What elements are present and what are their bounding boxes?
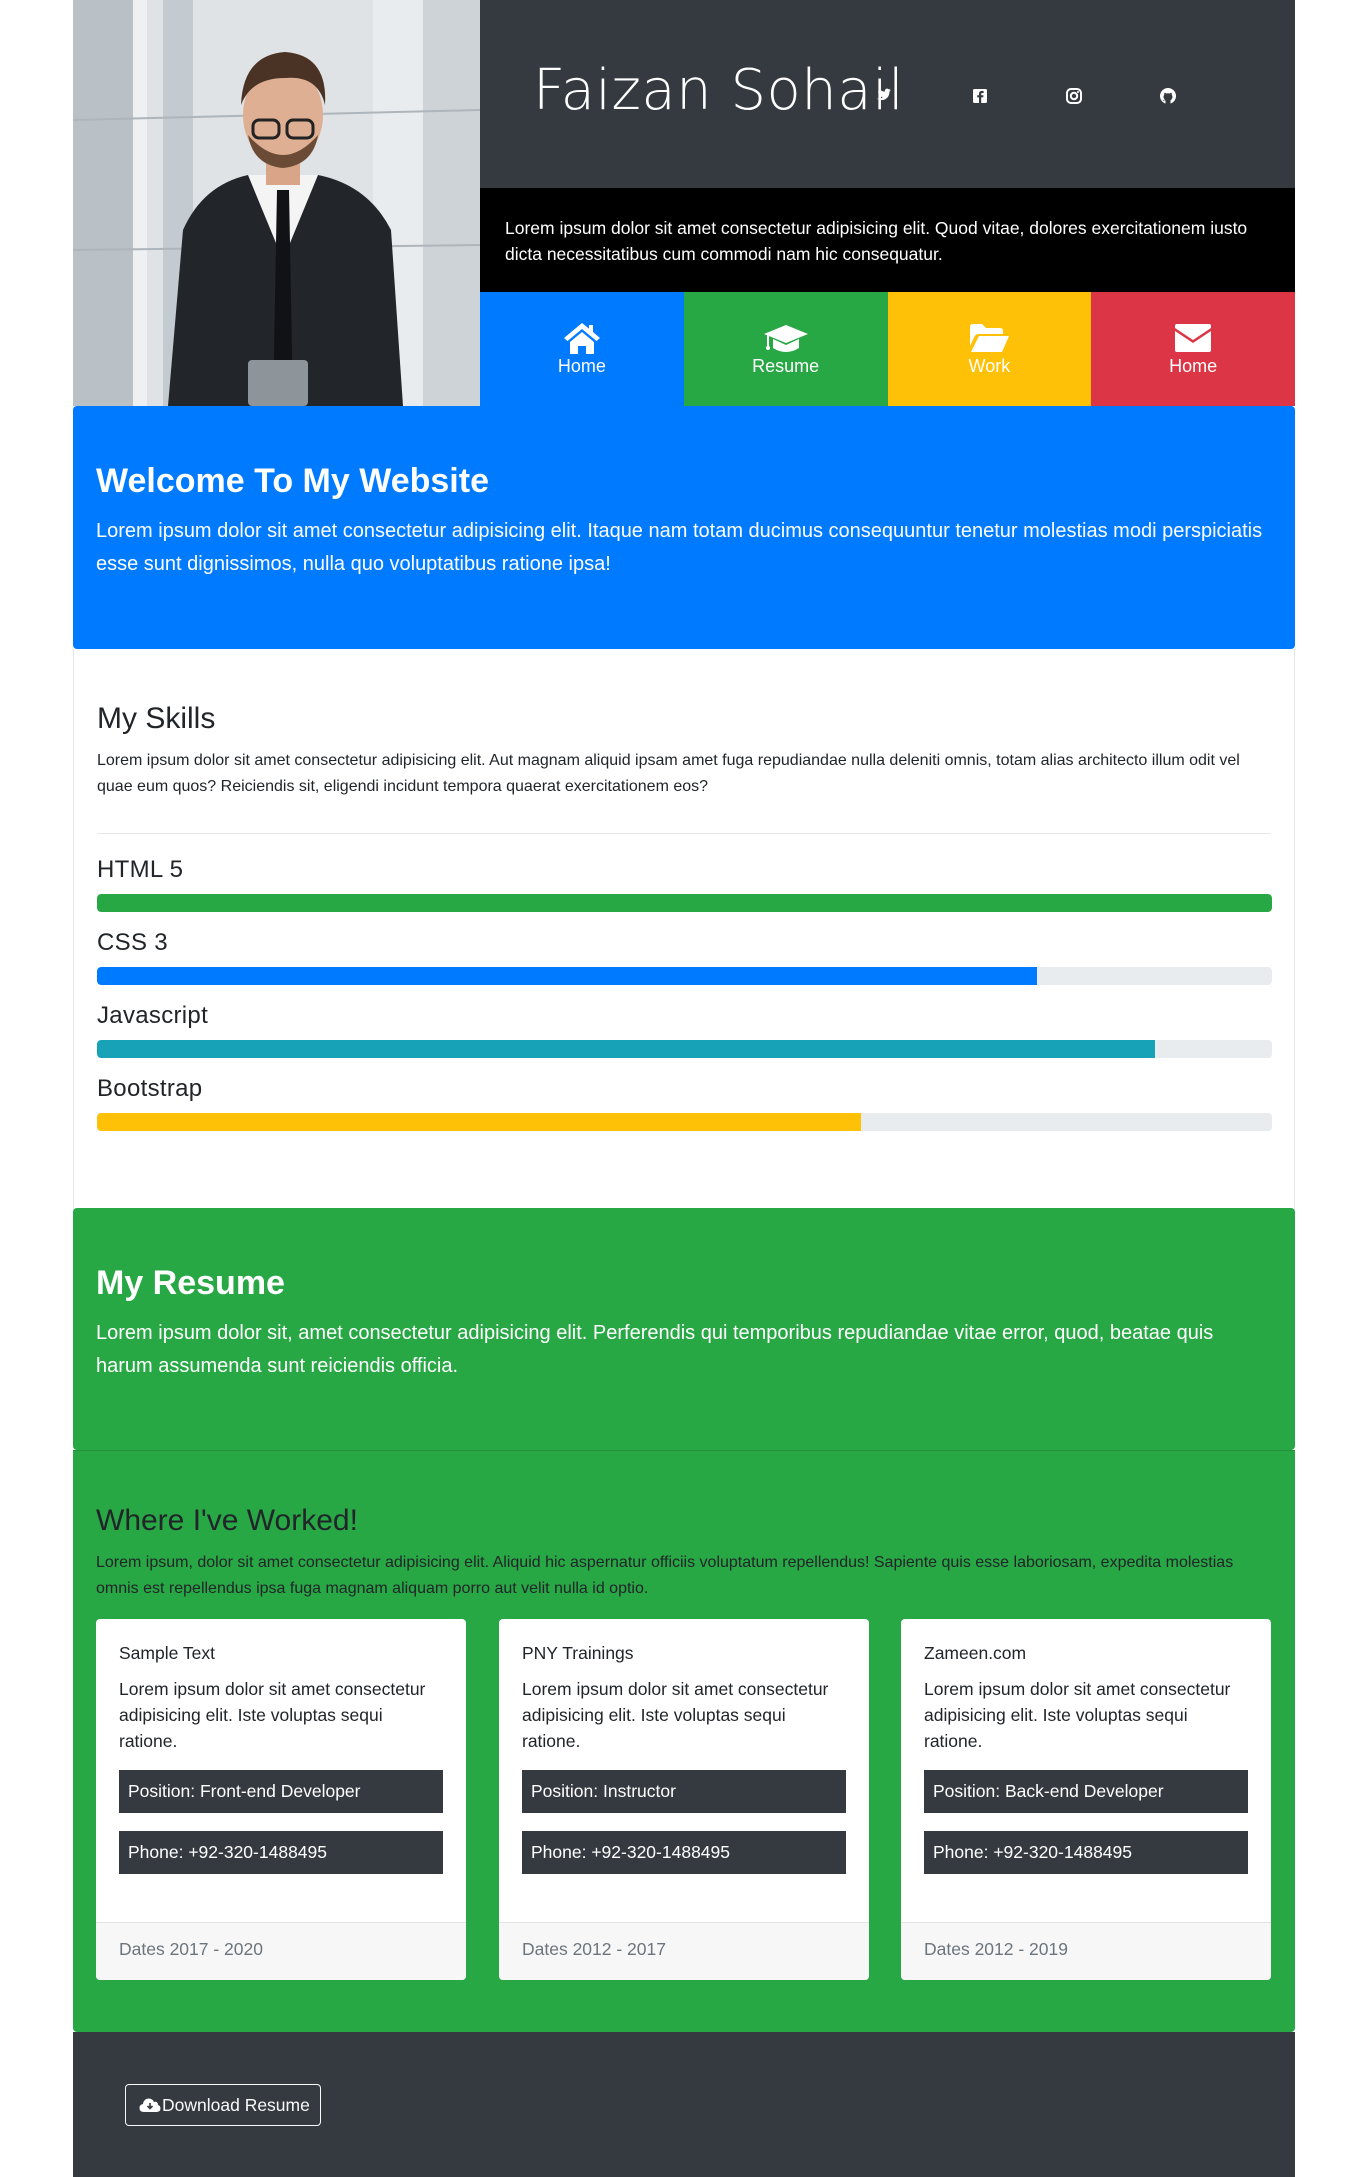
header-right: Faizan Sohail Lorem ipsum dolor sit amet… — [480, 0, 1295, 406]
resume-section: My Resume Lorem ipsum dolor sit, amet co… — [73, 1208, 1295, 1450]
skills-section: My Skills Lorem ipsum dolor sit amet con… — [73, 649, 1295, 1210]
progress-fill — [97, 1113, 861, 1131]
nav-item-work[interactable]: Work — [887, 292, 1092, 406]
card-dates: Dates 2017 - 2020 — [96, 1922, 466, 1980]
nav-label-resume: Resume — [752, 356, 820, 376]
card-position: Position: Instructor — [522, 1770, 846, 1813]
progress-bar — [97, 1040, 1272, 1058]
graduation-cap-icon — [763, 325, 808, 352]
progress-fill — [97, 894, 1272, 912]
card-company: Zameen.com — [924, 1643, 1027, 1663]
work-section: Where I've Worked! Lorem ipsum, dolor si… — [73, 1450, 1295, 2032]
nav-label-home: Home — [557, 356, 606, 376]
welcome-text: Lorem ipsum dolor sit amet consectetur a… — [96, 520, 1263, 575]
skills-title: My Skills — [97, 702, 216, 735]
card-text: Lorem ipsum dolor sit amet consectetur a… — [119, 1679, 426, 1751]
card-company: Sample Text — [119, 1643, 215, 1663]
nav-item-home[interactable]: Home — [480, 292, 684, 406]
download-label: Download Resume — [162, 2095, 310, 2115]
progress-bar — [97, 967, 1272, 985]
card-phone: Phone: +92-320-1488495 — [119, 1831, 443, 1874]
work-card: Sample Text Lorem ipsum dolor sit amet c… — [96, 1619, 466, 1980]
folder-open-icon — [970, 324, 1010, 352]
work-card: Zameen.com Lorem ipsum dolor sit amet co… — [901, 1619, 1271, 1980]
nav-label-contact: Home — [1169, 356, 1218, 376]
header: Faizan Sohail Lorem ipsum dolor sit amet… — [73, 0, 1295, 406]
nav-item-contact[interactable]: Home — [1091, 292, 1295, 406]
card-position: Position: Back-end Developer — [924, 1770, 1248, 1813]
work-card: PNY Trainings Lorem ipsum dolor sit amet… — [499, 1619, 869, 1980]
twitter-icon[interactable] — [874, 84, 898, 108]
progress-bar — [97, 894, 1272, 912]
card-dates: Dates 2012 - 2017 — [499, 1922, 869, 1980]
skill-label: Bootstrap — [97, 1075, 203, 1102]
nav-label-work: Work — [968, 356, 1011, 376]
card-phone: Phone: +92-320-1488495 — [924, 1831, 1248, 1874]
progress-fill — [97, 1040, 1155, 1058]
card-text: Lorem ipsum dolor sit amet consectetur a… — [522, 1679, 829, 1751]
skill-bootstrap: Bootstrap — [97, 1075, 1272, 1131]
instagram-icon[interactable] — [1062, 84, 1086, 108]
skill-javascript: Javascript — [97, 1002, 1272, 1058]
envelope-icon — [1175, 324, 1212, 352]
footer: Download Resume — [73, 2032, 1295, 2177]
card-position: Position: Front-end Developer — [119, 1770, 443, 1813]
work-cards: Sample Text Lorem ipsum dolor sit amet c… — [96, 1619, 1271, 1980]
work-title: Where I've Worked! — [96, 1504, 358, 1537]
main-nav: Home Resume Work Home — [480, 292, 1295, 406]
facebook-icon[interactable] — [968, 84, 992, 108]
skill-label: Javascript — [97, 1002, 209, 1029]
progress-bar — [97, 1113, 1272, 1131]
divider — [97, 833, 1271, 834]
page: Faizan Sohail Lorem ipsum dolor sit amet… — [73, 0, 1295, 2177]
card-phone: Phone: +92-320-1488495 — [522, 1831, 846, 1874]
resume-title: My Resume — [96, 1264, 285, 1302]
resume-text: Lorem ipsum dolor sit, amet consectetur … — [96, 1322, 1214, 1377]
profile-photo — [73, 0, 480, 406]
nav-item-resume[interactable]: Resume — [683, 292, 888, 406]
intro-text: Lorem ipsum dolor sit amet consectetur a… — [480, 188, 1295, 292]
github-icon[interactable] — [1156, 84, 1180, 108]
cloud-download-icon — [139, 2098, 161, 2112]
skill-css: CSS 3 — [97, 929, 1272, 985]
welcome-title: Welcome To My Website — [96, 462, 489, 500]
card-company: PNY Trainings — [522, 1643, 634, 1663]
card-text: Lorem ipsum dolor sit amet consectetur a… — [924, 1679, 1231, 1751]
work-text: Lorem ipsum, dolor sit amet consectetur … — [96, 1554, 1234, 1597]
skills-text: Lorem ipsum dolor sit amet consectetur a… — [97, 752, 1240, 795]
progress-fill — [97, 967, 1037, 985]
card-dates: Dates 2012 - 2019 — [901, 1922, 1271, 1980]
download-resume-button[interactable]: Download Resume — [125, 2084, 321, 2126]
name-bar: Faizan Sohail — [480, 0, 1295, 188]
skill-label: CSS 3 — [97, 929, 168, 956]
welcome-section: Welcome To My Website Lorem ipsum dolor … — [73, 406, 1295, 649]
profile-name: Faizan Sohail — [533, 58, 905, 123]
skill-label: HTML 5 — [97, 856, 184, 883]
skill-html: HTML 5 — [97, 856, 1272, 912]
home-icon — [563, 323, 600, 354]
